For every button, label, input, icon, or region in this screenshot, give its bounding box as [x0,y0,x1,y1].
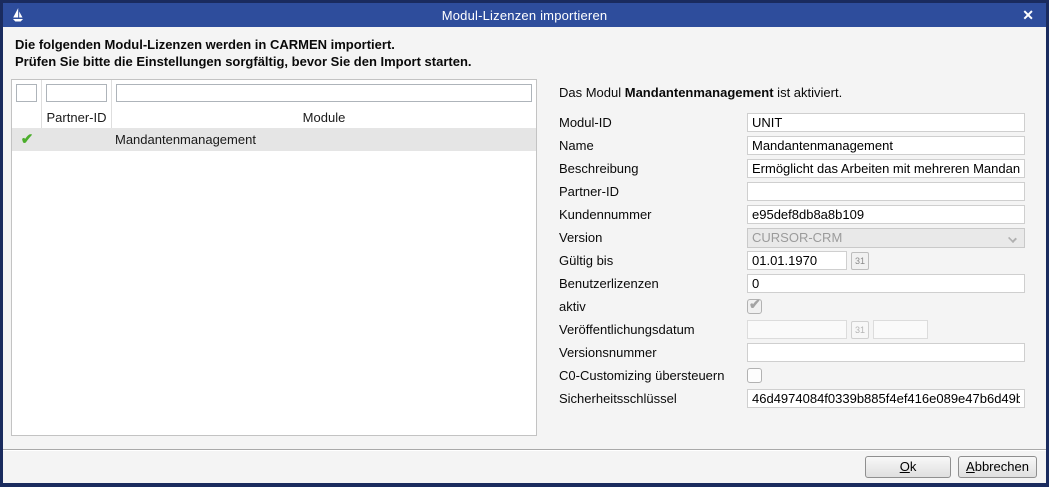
filter-cell-check [12,80,42,106]
field-control-partner-id [747,182,1025,201]
field-row-partner-id: Partner-ID [559,182,1025,201]
table-row[interactable]: ✔ Mandantenmanagement [12,128,536,151]
field-control-beschreibung [747,159,1025,178]
field-control-aktiv: ✔ [747,299,1025,314]
field-row-c0-customizing: C0-Customizing übersteuern [559,366,1025,385]
field-label-name: Name [559,138,747,153]
field-input-sicherheitsschluessel[interactable] [747,389,1025,408]
field-row-veroeffentlichungsdatum: Veröffentlichungsdatum 31 [559,320,1025,339]
field-label-sicherheitsschluessel: Sicherheitsschlüssel [559,391,747,406]
cancel-button[interactable]: Abbrechen [958,456,1037,478]
field-label-kundennummer: Kundennummer [559,207,747,222]
field-row-gueltig-bis: Gültig bis 31 [559,251,1025,270]
status-prefix: Das Modul [559,85,625,100]
field-row-sicherheitsschluessel: Sicherheitsschlüssel [559,389,1025,408]
ok-button[interactable]: Ok [865,456,951,478]
field-date-input-veroeffentlichungsdatum [747,320,847,339]
filter-input-partner-id[interactable] [46,84,107,102]
field-control-modul-id [747,113,1025,132]
select-value-version: CURSOR-CRM [752,230,842,245]
module-license-table: Partner-ID Module ✔ Mandantenmanagement [11,79,537,436]
intro-line-2: Prüfen Sie bitte die Einstellungen sorgf… [15,53,472,70]
field-input-modul-id[interactable] [747,113,1025,132]
field-label-modul-id: Modul-ID [559,115,747,130]
field-input-benutzerlizenzen[interactable] [747,274,1025,293]
field-label-version: Version [559,230,747,245]
field-label-beschreibung: Beschreibung [559,161,747,176]
checkbox-check-icon: ✔ [749,296,761,313]
field-input-partner-id[interactable] [747,182,1025,201]
filter-input-module[interactable] [116,84,532,102]
field-row-modul-id: Modul-ID [559,113,1025,132]
field-control-gueltig-bis: 31 [747,251,1025,270]
table-filter-row [12,80,536,106]
chevron-down-icon [1008,234,1017,243]
field-label-versionsnummer: Versionsnummer [559,345,747,360]
field-row-version: Version CURSOR-CRM [559,228,1025,247]
filter-cell-partner-id [42,80,112,106]
filter-input-check[interactable] [16,84,37,102]
calendar-icon-veroeffentlichungsdatum: 31 [851,321,869,339]
field-control-sicherheitsschluessel [747,389,1025,408]
status-module-name: Mandantenmanagement [625,85,774,100]
field-control-benutzerlizenzen [747,274,1025,293]
field-checkbox-c0-customizing[interactable] [747,368,762,383]
field-input-versionsnummer[interactable] [747,343,1025,362]
field-row-aktiv: aktiv✔ [559,297,1025,316]
field-label-partner-id: Partner-ID [559,184,747,199]
row-partner-id-cell [42,128,112,151]
field-time-input-veroeffentlichungsdatum [873,320,928,339]
intro-text: Die folgenden Modul-Lizenzen werden in C… [15,36,472,70]
field-label-veroeffentlichungsdatum: Veröffentlichungsdatum [559,322,747,337]
sailboat-app-icon [11,8,25,23]
field-label-aktiv: aktiv [559,299,747,314]
license-detail-panel: Das Modul Mandantenmanagement ist aktivi… [559,85,1025,412]
window-title: Modul-Lizenzen importieren [3,8,1046,23]
field-input-kundennummer[interactable] [747,205,1025,224]
column-header-module[interactable]: Module [112,106,536,128]
title-bar: Modul-Lizenzen importieren ✕ [3,3,1046,27]
field-control-version: CURSOR-CRM [747,228,1025,248]
field-checkbox-aktiv: ✔ [747,299,762,314]
field-label-c0-customizing: C0-Customizing übersteuern [559,368,747,383]
detail-fields: Modul-ID Name Beschreibung Partner-ID Kunden… [559,113,1025,408]
field-input-beschreibung[interactable] [747,159,1025,178]
calendar-icon-gueltig-bis[interactable]: 31 [851,252,869,270]
license-active-check-icon: ✔ [21,132,34,147]
field-row-beschreibung: Beschreibung [559,159,1025,178]
field-date-input-gueltig-bis[interactable] [747,251,847,270]
module-status-text: Das Modul Mandantenmanagement ist aktivi… [559,85,1025,100]
field-select-version: CURSOR-CRM [747,228,1025,248]
field-row-name: Name [559,136,1025,155]
close-icon[interactable]: ✕ [1022,5,1034,25]
field-row-kundennummer: Kundennummer [559,205,1025,224]
status-suffix: ist aktiviert. [774,85,843,100]
field-control-veroeffentlichungsdatum: 31 [747,320,1025,339]
row-check-cell: ✔ [12,128,42,151]
field-control-c0-customizing [747,368,1025,383]
column-header-partner-id[interactable]: Partner-ID [42,106,112,128]
field-label-benutzerlizenzen: Benutzerlizenzen [559,276,747,291]
field-control-name [747,136,1025,155]
field-label-gueltig-bis: Gültig bis [559,253,747,268]
field-control-versionsnummer [747,343,1025,362]
field-row-versionsnummer: Versionsnummer [559,343,1025,362]
filter-cell-module [112,80,536,106]
modul-lizenzen-import-dialog: Modul-Lizenzen importieren ✕ Die folgend… [0,0,1049,487]
field-input-name[interactable] [747,136,1025,155]
intro-line-1: Die folgenden Modul-Lizenzen werden in C… [15,36,472,53]
field-row-benutzerlizenzen: Benutzerlizenzen [559,274,1025,293]
button-bar: Ok Abbrechen [3,449,1046,483]
field-control-kundennummer [747,205,1025,224]
column-header-check[interactable] [12,106,42,128]
row-module-cell: Mandantenmanagement [112,128,536,151]
table-header-row: Partner-ID Module [12,106,536,128]
